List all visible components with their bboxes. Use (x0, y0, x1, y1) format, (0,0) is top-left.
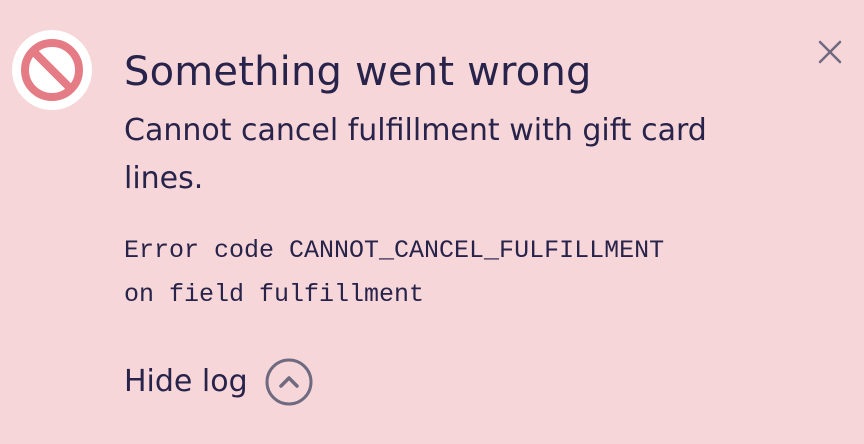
error-log-line: on field fulfillment (124, 280, 425, 309)
close-icon[interactable] (814, 36, 846, 68)
error-log: Error code CANNOT_CANCEL_FULFILLMENT on … (124, 229, 664, 317)
hide-log-label[interactable]: Hide log (124, 356, 248, 408)
error-log-line: Error code CANNOT_CANCEL_FULFILLMENT (124, 236, 665, 265)
chevron-up-icon[interactable] (264, 357, 314, 407)
notification-message: Cannot cancel fulfillment with gift card… (124, 113, 707, 196)
error-notification: Something went wrong Cannot cancel fulfi… (0, 0, 864, 444)
notification-title: Something went wrong (124, 49, 592, 95)
hide-log-button[interactable]: Hide log (124, 356, 314, 408)
error-prohibited-icon (12, 30, 92, 110)
